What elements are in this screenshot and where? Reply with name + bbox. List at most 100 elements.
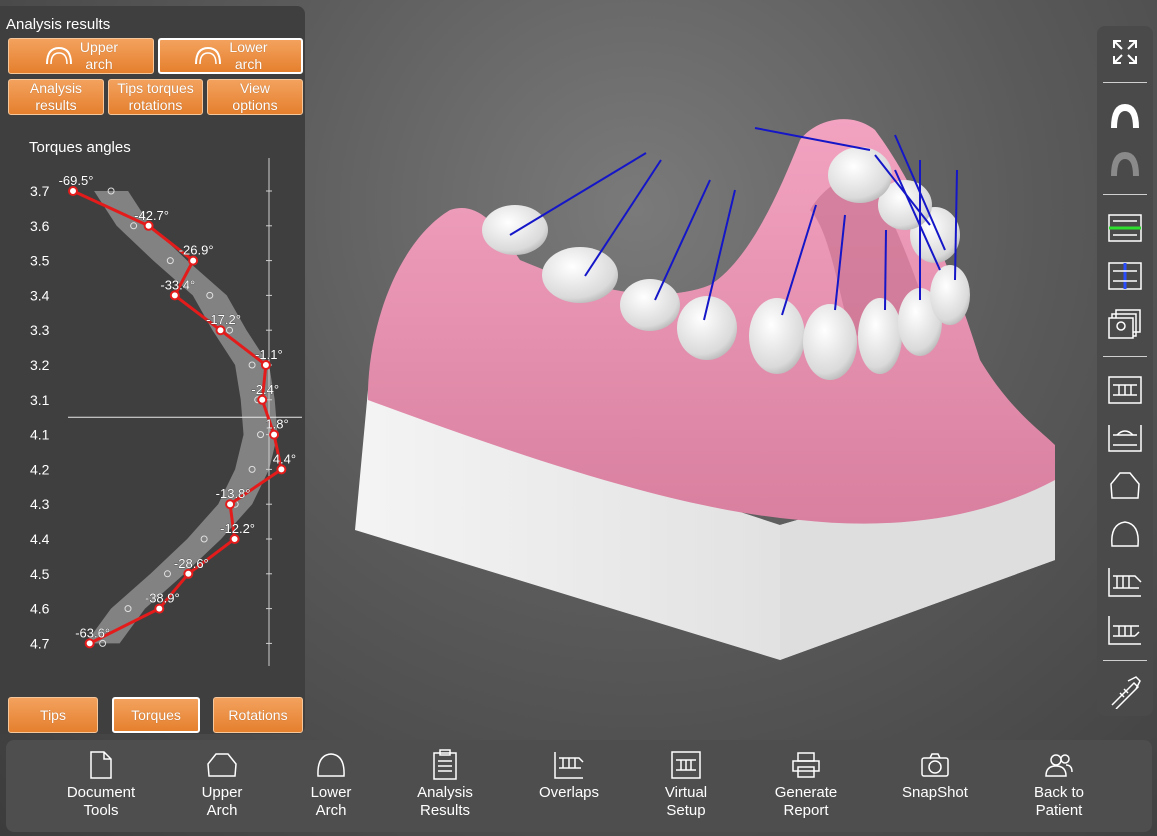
torque-value-label: -69.5° [59,173,94,188]
tooth-label: 3.3 [30,322,50,338]
torque-point [169,290,180,301]
generate-report-button[interactable]: Generate Report [751,746,861,820]
midline-icon[interactable] [1105,256,1145,296]
upper-outline-icon[interactable] [1105,466,1145,506]
back-to-patient-button[interactable]: Back to Patient [1004,746,1114,820]
bottom-toolbar: Document Tools Upper Arch Lower Arch Ana… [6,740,1152,832]
back-view-icon[interactable] [1105,418,1145,458]
tab-torques[interactable]: Torques [112,697,200,733]
tooth-label: 3.1 [30,392,50,408]
torque-point [260,360,271,370]
torque-value-label: 4.4° [273,451,296,466]
front-view-icon[interactable] [1105,370,1145,410]
lower-arch-icon [317,753,345,777]
tips-torques-rotations-button[interactable]: Tips torques rotations [108,79,203,115]
tooth-label: 4.7 [30,635,50,651]
torque-value-label: -28.6° [174,556,209,571]
torque-value-label: -2.4° [251,382,279,397]
torque-value-label: -17.2° [206,312,241,327]
snapshot-label: SnapShot [902,784,968,801]
tooth-label: 3.7 [30,183,50,199]
overlaps-label: Overlaps [538,784,600,801]
torque-value-label: -12.2° [220,521,255,536]
torque-point [269,429,280,440]
tooth-label: 3.5 [30,253,50,269]
document-tools-button[interactable]: Document Tools [46,746,156,820]
dental-model-view[interactable] [330,100,1070,670]
upper-arch-icon [207,753,237,777]
torque-point [215,325,226,336]
camera-icon [921,753,949,777]
overlaps-button[interactable]: Overlaps [514,746,624,802]
lower-arch-button[interactable]: Lower arch [158,38,303,74]
lower-arch-bottom-label: Lower Arch [310,784,352,819]
document-icon [90,751,112,779]
clipboard-icon [433,749,457,780]
patient-icon [1045,754,1073,777]
torque-point [68,186,79,196]
occlusal-plane-icon[interactable] [1105,208,1145,248]
lower-arch-bottom-button[interactable]: Lower Arch [276,746,386,820]
torque-point [154,603,165,614]
upper-arch-icon [45,46,72,65]
fullscreen-icon[interactable] [1105,32,1145,72]
torque-value-label: -13.8° [216,486,251,501]
torque-point [257,394,268,405]
virtual-setup-icon [671,751,701,779]
upper-arch-bottom-button[interactable]: Upper Arch [167,746,277,820]
upper-arch-icon[interactable] [1105,96,1145,136]
tooth-label: 4.6 [30,601,50,617]
upper-arch-bottom-label: Upper Arch [201,784,243,819]
analysis-results-button[interactable]: Analysis results [8,79,104,115]
separator [1103,194,1147,195]
torque-point [229,534,240,544]
torque-value-label: -33.4° [160,277,195,292]
torque-value-label: -42.7° [134,208,169,223]
snapshot-button[interactable]: SnapShot [880,746,990,802]
tooth-label: 3.6 [30,218,50,234]
tooth-label: 3.4 [30,287,50,303]
upper-arch-label: Upper arch [79,39,119,72]
tooth-label: 4.2 [30,461,50,477]
virtual-setup-label: Virtual Setup [664,784,708,819]
tab-rotations[interactable]: Rotations [213,697,303,733]
side-left-icon[interactable] [1105,562,1145,602]
lower-arch-icon[interactable] [1105,144,1145,184]
gallery-icon[interactable] [1105,304,1145,344]
analysis-panel: Analysis results Upper arch Lower arch A… [0,6,305,734]
view-options-button[interactable]: View options [207,79,303,115]
torque-point [188,255,199,266]
tooth-label: 4.3 [30,496,50,512]
torque-point [84,638,95,649]
torque-point [183,568,194,579]
document-tools-label: Document Tools [66,784,136,819]
torque-value-label: -26.9° [179,243,214,258]
torques-chart: 3.7 3.6 3.5 3.4 3.3 3.2 3.1 4.1 4.2 4.3 4.4 4.5 4.6 4… [30,158,302,666]
separator [1103,356,1147,357]
torque-value-label: -38.9° [145,591,180,606]
separator [1103,82,1147,83]
panel-title: Analysis results [6,16,111,33]
back-to-patient-label: Back to Patient [1033,784,1085,819]
upper-arch-button[interactable]: Upper arch [8,38,154,74]
tooth-label: 3.2 [30,357,50,373]
torque-value-label: 1.8° [265,417,288,432]
side-right-icon[interactable] [1105,610,1145,650]
printer-icon [792,752,820,778]
view-toolbar [1097,26,1153,716]
lower-arch-icon [195,46,222,65]
analysis-results-bottom-button[interactable]: Analysis Results [390,746,500,820]
separator [1103,660,1147,661]
tooth-label: 4.1 [30,427,50,443]
virtual-setup-button[interactable]: Virtual Setup [631,746,741,820]
caliper-icon[interactable] [1105,672,1145,712]
torque-value-label: -63.6° [75,625,110,640]
tab-tips[interactable]: Tips [8,697,98,733]
tooth-label: 4.5 [30,566,50,582]
analysis-results-bottom-label: Analysis Results [417,784,473,819]
torque-point [276,464,287,475]
tooth-label: 4.4 [30,531,50,547]
lower-outline-icon[interactable] [1105,514,1145,554]
torque-point [225,499,236,510]
torque-value-label: -1.1° [255,347,283,362]
